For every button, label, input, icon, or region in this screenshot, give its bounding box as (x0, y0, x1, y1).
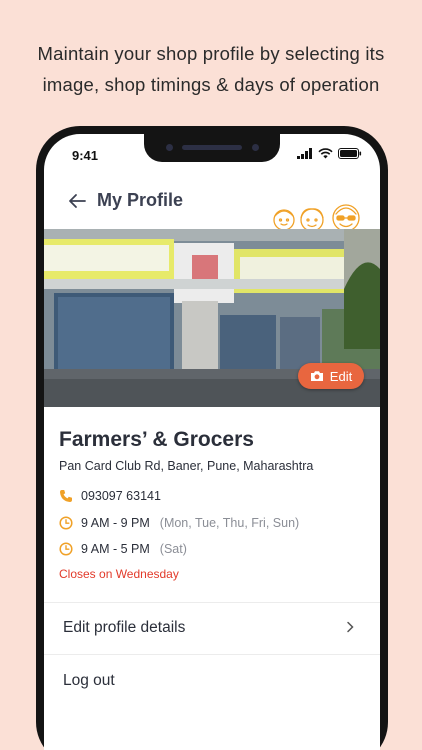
phone-notch (144, 134, 280, 162)
logout-label: Log out (63, 672, 115, 689)
logout-item[interactable]: Log out (44, 656, 380, 708)
arrow-left-icon (69, 194, 86, 208)
edit-photo-button[interactable]: Edit (298, 363, 364, 389)
edit-profile-details-item[interactable]: Edit profile details (44, 603, 380, 655)
timing-hours: 9 AM - 5 PM (81, 542, 150, 556)
timing-row: 9 AM - 5 PM (Sat) (59, 542, 187, 556)
shop-name: Farmers’ & Grocers (59, 428, 254, 451)
timing-days: (Mon, Tue, Thu, Fri, Sun) (159, 516, 300, 530)
timing-hours: 9 AM - 9 PM (81, 516, 150, 530)
headline-line-1: Maintain your shop profile by selecting … (37, 43, 385, 64)
sensor-dot (166, 144, 173, 151)
timing-row: 9 AM - 9 PM (Mon, Tue, Thu, Fri, Sun) (59, 516, 299, 530)
divider (44, 654, 380, 655)
battery-icon (338, 148, 362, 159)
closed-day-note: Closes on Wednesday (59, 567, 179, 581)
phone-number: 093097 63141 (81, 489, 161, 503)
edit-photo-label: Edit (329, 368, 353, 384)
clock-icon (59, 542, 73, 556)
app-header: My Profile (44, 178, 380, 232)
edit-profile-label: Edit profile details (63, 619, 186, 636)
signal-icon (297, 148, 312, 159)
chevron-right-icon (347, 621, 354, 633)
headline-line-2: image, shop timings & days of operation (42, 74, 380, 95)
back-button[interactable] (64, 188, 90, 214)
front-camera (252, 144, 259, 151)
clock-icon (59, 516, 73, 530)
page-title: My Profile (97, 190, 184, 210)
wifi-icon (318, 148, 333, 159)
phone-row[interactable]: 093097 63141 (59, 489, 161, 503)
shop-address: Pan Card Club Rd, Baner, Pune, Maharasht… (59, 459, 314, 473)
speaker-grille (182, 145, 242, 150)
camera-icon (310, 371, 323, 381)
shop-photo: Edit (44, 229, 380, 407)
promo-headline: Maintain your shop profile by selecting … (0, 38, 422, 100)
app-screen: 9:41 My Profile Edit Farmers’ & Grocers … (44, 134, 380, 750)
status-icons (297, 148, 362, 159)
timing-days: (Sat) (159, 542, 187, 556)
status-time: 9:41 (72, 148, 99, 163)
phone-icon (59, 489, 73, 503)
phone-frame: 9:41 My Profile Edit Farmers’ & Grocers … (36, 126, 388, 750)
